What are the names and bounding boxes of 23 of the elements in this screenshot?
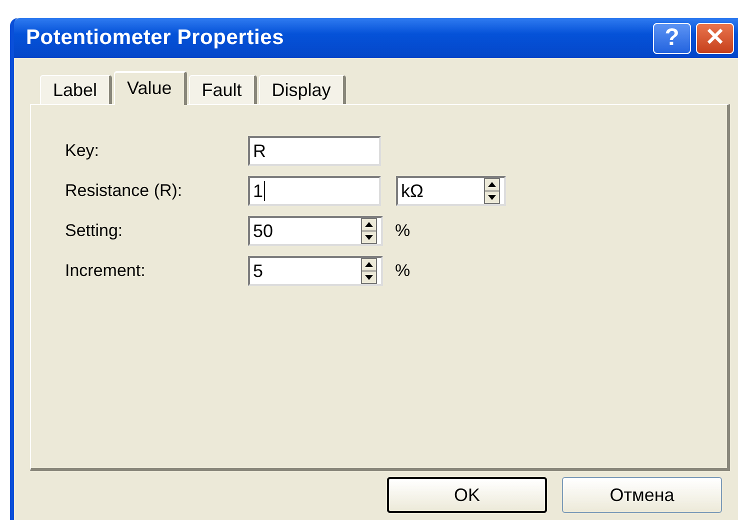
close-button[interactable]: ✕ — [696, 22, 734, 54]
field-label: Setting: — [65, 221, 124, 241]
tab[interactable]: Display — [258, 75, 346, 104]
tab[interactable]: Value — [114, 71, 187, 105]
spinner-icon[interactable] — [359, 218, 379, 244]
unit-dropdown[interactable]: kΩ — [396, 176, 506, 206]
spin-field[interactable]: 5 — [248, 256, 383, 286]
unit-label: % — [395, 221, 410, 241]
ok-button[interactable]: OK — [387, 477, 547, 513]
field-label: Key: — [65, 141, 100, 161]
spinner-icon[interactable] — [482, 178, 502, 204]
window-title: Potentiometer Properties — [25, 26, 284, 50]
tab[interactable]: Fault — [188, 75, 257, 104]
input-field[interactable]: R — [248, 136, 381, 166]
field-label: Increment: — [65, 261, 146, 281]
cancel-button[interactable]: Отмена — [562, 477, 722, 513]
help-button[interactable]: ? — [653, 22, 691, 54]
spinner-icon[interactable] — [359, 258, 379, 284]
input-field[interactable]: 1 — [248, 176, 381, 206]
spin-field[interactable]: 50 — [248, 216, 383, 246]
unit-label: % — [395, 261, 410, 281]
tab[interactable]: Label — [40, 75, 112, 104]
field-label: Resistance (R): — [65, 181, 184, 201]
